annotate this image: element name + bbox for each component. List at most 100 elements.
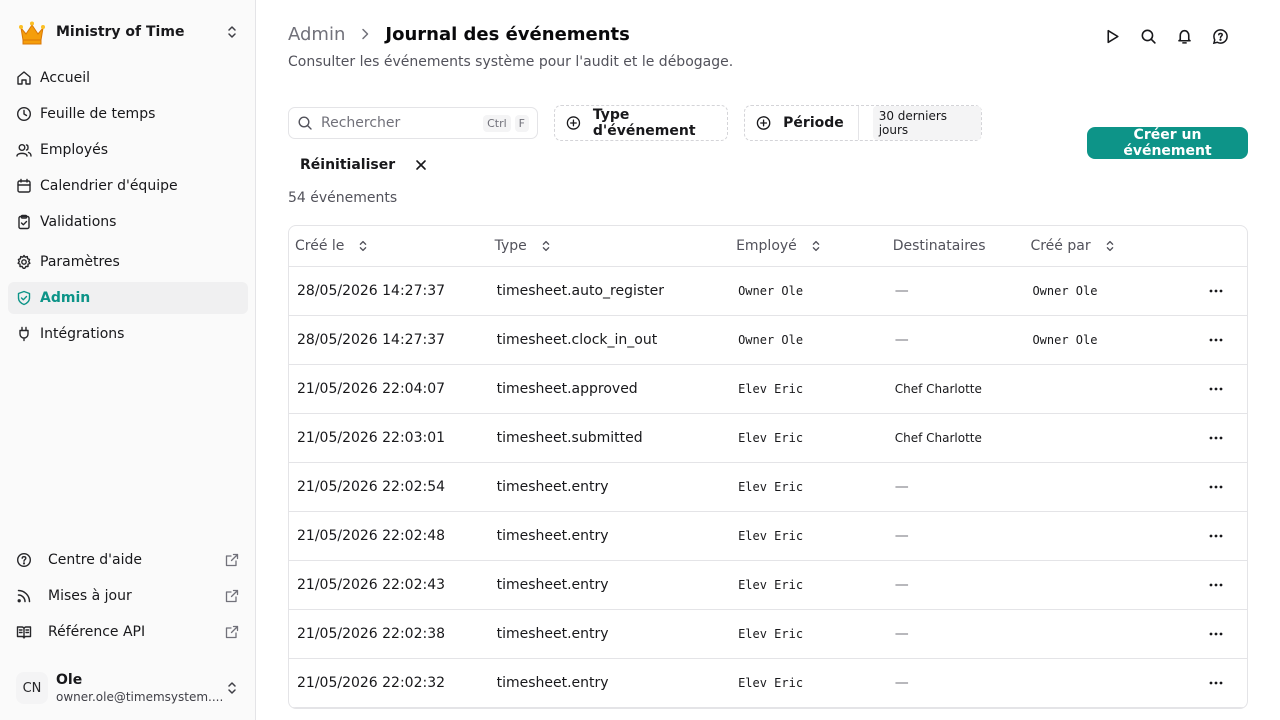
clock-icon: [16, 106, 32, 122]
sort-icon: [360, 240, 367, 252]
close-icon: [416, 160, 426, 170]
cell-employee: Elev Eric: [738, 676, 804, 690]
event-type-filter[interactable]: Type d'événement: [554, 105, 728, 141]
user-name: Ole: [56, 672, 83, 688]
period-filter-label: Période: [783, 115, 844, 131]
cell-created: 28/05/2026 14:27:37: [297, 332, 446, 348]
sort-icon: [542, 240, 550, 252]
play-button[interactable]: [1100, 24, 1124, 48]
cell-type: timesheet.auto_register: [496, 283, 665, 299]
table-row[interactable]: 21/05/2026 22:02:54 timesheet.entry Elev…: [289, 463, 1247, 512]
cell-employee: Owner Ole: [738, 284, 804, 298]
cell-created: 21/05/2026 22:02:32: [297, 675, 446, 691]
gear-icon: [17, 254, 31, 269]
sidebar-item-accueil[interactable]: Accueil: [8, 62, 248, 94]
help-center-label: Centre d'aide: [48, 552, 142, 568]
cell-created-by: Owner Ole: [1032, 284, 1098, 298]
cell-type: timesheet.approved: [496, 381, 638, 397]
crown-logo-icon: [16, 16, 48, 48]
breadcrumb-admin[interactable]: Admin: [288, 24, 345, 45]
row-actions-button[interactable]: [1184, 625, 1247, 643]
help-center-link[interactable]: Centre d'aide: [8, 544, 248, 576]
table-row[interactable]: 21/05/2026 22:02:48 timesheet.entry Elev…: [289, 512, 1247, 561]
kbd-ctrl: Ctrl: [483, 114, 511, 132]
search-field[interactable]: Ctrl F: [288, 107, 538, 139]
calendar-icon: [17, 178, 31, 193]
event-type-filter-label: Type d'événement: [592, 107, 696, 139]
user-info: Ole owner.ole@timemsystem....: [56, 671, 224, 705]
sidebar-item-parametres[interactable]: Paramètres: [8, 246, 248, 278]
divider: [857, 106, 859, 140]
cell-created: 21/05/2026 22:04:07: [297, 381, 446, 397]
create-event-button[interactable]: Créer un événement: [1087, 127, 1248, 159]
plus-circle-icon: [566, 116, 581, 130]
column-header-created[interactable]: Créé le: [289, 238, 489, 254]
column-header-employee[interactable]: Employé: [730, 238, 887, 254]
sidebar-item-validations[interactable]: Validations: [8, 206, 248, 238]
table-row[interactable]: 28/05/2026 14:27:37 timesheet.auto_regis…: [289, 267, 1247, 316]
row-actions-button[interactable]: [1184, 380, 1247, 398]
sidebar-item-integrations[interactable]: Intégrations: [8, 318, 248, 350]
more-horizontal-icon: [1209, 289, 1222, 293]
search-button[interactable]: [1136, 24, 1160, 48]
user-email: owner.ole@timemsystem....: [56, 690, 224, 704]
sort-icon: [1106, 240, 1113, 252]
sidebar-footer-links: Centre d'aide Mises à jour Référence API: [8, 544, 248, 652]
period-filter[interactable]: Période 30 derniers jours: [744, 105, 982, 141]
reset-filters-button[interactable]: Réinitialiser: [288, 150, 441, 180]
cell-recipients: —: [894, 675, 909, 691]
cell-recipients: —: [894, 283, 909, 299]
row-actions-button[interactable]: [1184, 331, 1247, 349]
events-table: Créé le Type Employé Destinataires Créé …: [288, 225, 1248, 709]
cell-created: 21/05/2026 22:02:54: [297, 479, 446, 495]
search-input[interactable]: [321, 115, 480, 131]
cell-type: timesheet.clock_in_out: [496, 332, 658, 348]
table-row[interactable]: 21/05/2026 22:03:01 timesheet.submitted …: [289, 414, 1247, 463]
sidebar-item-label: Accueil: [40, 70, 90, 86]
cell-created-by: Owner Ole: [1032, 333, 1098, 347]
more-horizontal-icon: [1209, 338, 1222, 342]
users-icon: [16, 144, 32, 157]
table-row[interactable]: 21/05/2026 22:02:32 timesheet.entry Elev…: [289, 659, 1247, 708]
column-header-created-by[interactable]: Créé par: [1024, 238, 1184, 254]
row-actions-button[interactable]: [1184, 576, 1247, 594]
org-switcher[interactable]: Ministry of Time: [8, 12, 248, 52]
plug-icon: [19, 326, 29, 342]
page-title: Journal des événements: [385, 23, 630, 45]
cell-type: timesheet.entry: [496, 675, 609, 691]
row-actions-button[interactable]: [1184, 429, 1247, 447]
sidebar-item-label: Validations: [40, 214, 117, 230]
rss-icon: [17, 589, 31, 603]
help-button[interactable]: [1208, 24, 1232, 48]
notifications-button[interactable]: [1172, 24, 1196, 48]
sidebar-item-admin[interactable]: Admin: [8, 282, 248, 314]
cell-employee: Owner Ole: [738, 333, 804, 347]
table-row[interactable]: 21/05/2026 22:02:43 timesheet.entry Elev…: [289, 561, 1247, 610]
updates-link[interactable]: Mises à jour: [8, 580, 248, 612]
table-row[interactable]: 21/05/2026 22:02:38 timesheet.entry Elev…: [289, 610, 1247, 659]
api-reference-label: Référence API: [48, 624, 146, 640]
cell-employee: Elev Eric: [738, 480, 804, 494]
sidebar-nav: Accueil Feuille de temps Employés Calend…: [8, 62, 248, 354]
row-actions-button[interactable]: [1184, 478, 1247, 496]
sidebar-item-calendrier[interactable]: Calendrier d'équipe: [8, 170, 248, 202]
api-reference-link[interactable]: Référence API: [8, 616, 248, 648]
table-row[interactable]: 21/05/2026 22:04:07 timesheet.approved E…: [289, 365, 1247, 414]
row-actions-button[interactable]: [1184, 674, 1247, 692]
sidebar-item-employes[interactable]: Employés: [8, 134, 248, 166]
sidebar-item-label: Intégrations: [40, 326, 125, 342]
column-label: Employé: [736, 238, 797, 254]
sidebar-item-label: Paramètres: [40, 254, 120, 270]
row-actions-button[interactable]: [1184, 282, 1247, 300]
user-menu[interactable]: CN Ole owner.ole@timemsystem....: [8, 664, 248, 712]
table-header: Créé le Type Employé Destinataires Créé …: [289, 226, 1247, 267]
row-actions-button[interactable]: [1184, 527, 1247, 545]
table-row[interactable]: 28/05/2026 14:27:37 timesheet.clock_in_o…: [289, 316, 1247, 365]
sidebar-item-feuille-de-temps[interactable]: Feuille de temps: [8, 98, 248, 130]
more-horizontal-icon: [1209, 632, 1222, 636]
sidebar-item-label: Employés: [40, 142, 109, 158]
column-header-type[interactable]: Type: [489, 238, 730, 254]
cell-employee: Elev Eric: [738, 627, 804, 641]
cell-recipients: Chef Charlotte: [894, 431, 982, 445]
breadcrumb: Admin Journal des événements: [288, 20, 630, 48]
